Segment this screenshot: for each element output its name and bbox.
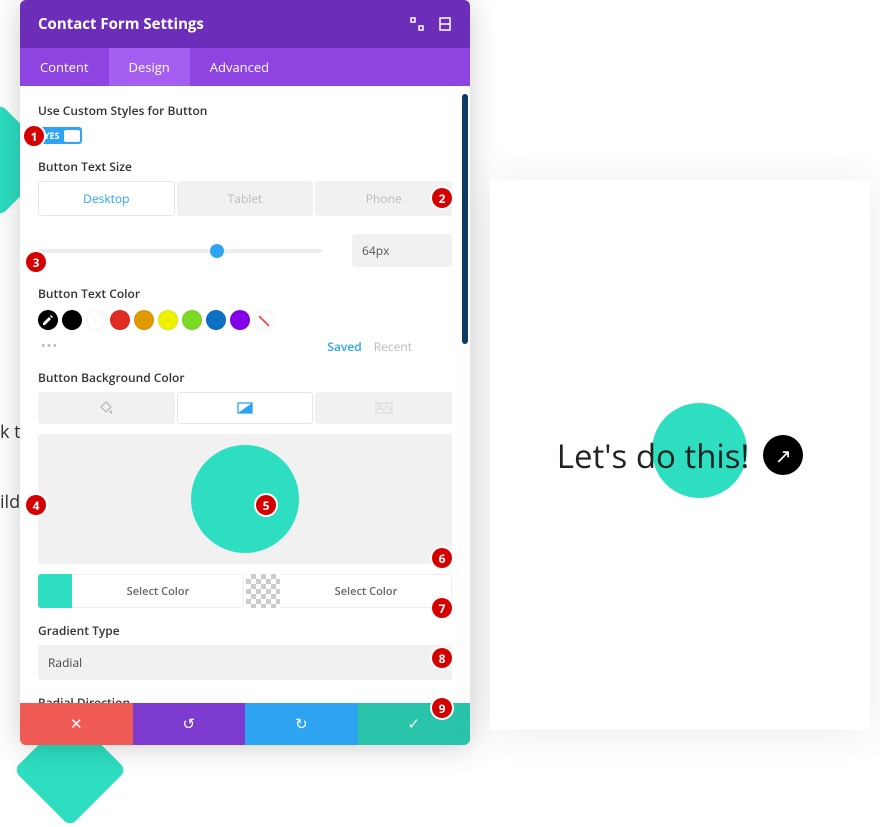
text-size-slider[interactable] (38, 249, 322, 253)
swatch-green[interactable] (182, 310, 202, 330)
palette-recent[interactable]: Recent (374, 338, 412, 355)
device-segmented: Desktop Tablet Phone (38, 181, 452, 216)
swatch-row (38, 310, 452, 330)
redo-button[interactable]: ↻ (245, 703, 358, 745)
toggle-text: YES (44, 129, 60, 142)
more-swatches[interactable]: ••• (40, 338, 60, 355)
cancel-button[interactable]: ✕ (20, 703, 133, 745)
cta-button[interactable]: Let's do this! ↗ (557, 433, 803, 478)
eyedropper-icon[interactable] (38, 310, 58, 330)
text-size-label: Button Text Size (38, 158, 452, 175)
callout-badge-1: 1 (24, 126, 44, 146)
color-chip (38, 574, 72, 608)
swatch-white[interactable] (86, 310, 106, 330)
bg-tab-image[interactable] (315, 392, 452, 424)
bg-type-tabs (38, 392, 452, 424)
callout-badge-7: 7 (432, 598, 452, 618)
color-chip-transparent (246, 574, 280, 608)
cta-text: Let's do this! (557, 433, 749, 478)
close-icon: ✕ (70, 714, 83, 734)
segment-desktop[interactable]: Desktop (38, 181, 175, 216)
gradient-preview-circle (191, 445, 299, 553)
callout-badge-4: 4 (26, 495, 46, 515)
swatch-yellow[interactable] (158, 310, 178, 330)
gradient-preview (38, 434, 452, 564)
text-color-label: Button Text Color (38, 285, 452, 302)
undo-button[interactable]: ↺ (133, 703, 246, 745)
swatch-black[interactable] (62, 310, 82, 330)
callout-badge-9: 9 (432, 698, 452, 718)
snap-icon[interactable] (438, 17, 452, 31)
swatch-none[interactable] (254, 310, 274, 330)
swatch-blue[interactable] (206, 310, 226, 330)
custom-styles-label: Use Custom Styles for Button (38, 102, 452, 119)
save-button[interactable]: ✓ (358, 703, 471, 745)
callout-badge-5: 5 (256, 495, 276, 515)
palette-saved[interactable]: Saved (327, 338, 361, 355)
toggle-knob (64, 130, 80, 142)
expand-icon[interactable] (410, 17, 424, 31)
arrow-icon: ↗ (763, 435, 803, 475)
text-size-value[interactable]: 64px (352, 234, 452, 267)
select-color-label: Select Color (72, 584, 244, 599)
tab-content[interactable]: Content (20, 48, 109, 86)
callout-badge-6: 6 (432, 548, 452, 568)
live-preview: Let's do this! ↗ (490, 180, 870, 730)
scrollbar[interactable] (462, 94, 468, 344)
palette-tabs: Saved Recent (327, 338, 452, 355)
radial-direction-label: Radial Direction (38, 694, 452, 703)
panel-footer: ✕ ↺ ↻ ✓ (20, 703, 470, 745)
swatch-orange[interactable] (134, 310, 154, 330)
settings-panel: Contact Form Settings Content Design Adv… (20, 0, 470, 745)
panel-title: Contact Form Settings (38, 14, 204, 34)
tab-advanced[interactable]: Advanced (190, 48, 289, 86)
swatch-purple[interactable] (230, 310, 250, 330)
custom-styles-toggle[interactable]: YES (38, 127, 82, 144)
swatch-red[interactable] (110, 310, 130, 330)
panel-body: Use Custom Styles for Button YES Button … (20, 86, 470, 703)
slider-thumb[interactable] (210, 244, 224, 258)
tabs: Content Design Advanced (20, 48, 470, 86)
gradient-type-label: Gradient Type (38, 622, 452, 639)
gradient-end-color[interactable]: Select Color (246, 574, 452, 608)
gradient-type-select[interactable]: Radial (38, 645, 452, 680)
bg-tab-fill[interactable] (38, 392, 175, 424)
gradient-start-color[interactable]: Select Color (38, 574, 244, 608)
callout-badge-8: 8 (432, 648, 452, 668)
callout-badge-2: 2 (432, 188, 452, 208)
bg-color-label: Button Background Color (38, 369, 452, 386)
tab-design[interactable]: Design (109, 48, 190, 86)
undo-icon: ↺ (182, 714, 195, 734)
bg-clipped-text: ild (0, 490, 20, 514)
panel-header: Contact Form Settings (20, 0, 470, 48)
callout-badge-3: 3 (26, 252, 46, 272)
select-color-label: Select Color (280, 584, 452, 599)
redo-icon: ↻ (295, 714, 308, 734)
check-icon: ✓ (407, 714, 420, 734)
bg-tab-gradient[interactable] (177, 392, 314, 424)
segment-tablet[interactable]: Tablet (177, 181, 314, 216)
